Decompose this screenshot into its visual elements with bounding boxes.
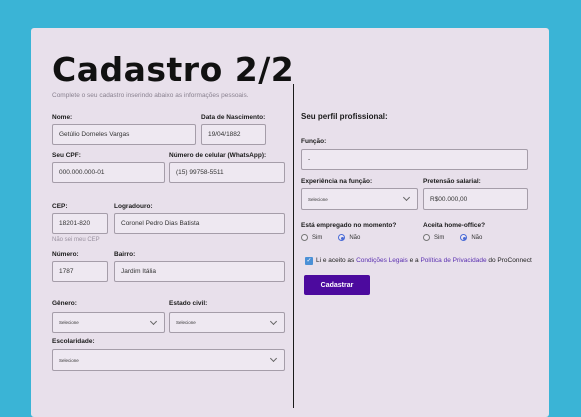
funcao-label: Função: [301,138,327,145]
empregado-label: Está empregado no momento? [301,222,397,229]
cep-input[interactable]: 18201-820 [52,213,108,234]
bairro-label: Bairro: [114,251,136,258]
celular-input[interactable]: (15) 99758-5511 [169,162,285,183]
bairro-input[interactable]: Jardim Itália [114,261,285,282]
nome-input[interactable]: Getúlio Dorneles Vargas [52,124,196,145]
logradouro-input[interactable]: Coronel Pedro Dias Batista [114,213,285,234]
experiencia-select-value: Selecione [308,196,328,202]
numero-label: Número: [52,251,79,258]
pretensao-label: Pretensão salarial: [423,178,481,185]
terms-text: Li e aceito as Condições Legais e a Polí… [316,257,532,264]
empregado-radio-nao[interactable]: Não [338,234,360,241]
funcao-input[interactable]: - [301,149,528,170]
estado-civil-label: Estado civil: [169,300,208,307]
genero-label: Gênero: [52,300,77,307]
chevron-down-icon [402,193,411,202]
numero-input[interactable]: 1787 [52,261,108,282]
escolaridade-select-value: Selecione [59,357,79,363]
celular-label: Número de celular (WhatsApp): [169,152,267,159]
chevron-down-icon [269,354,278,363]
radio-icon [301,234,308,241]
homeoffice-sim-label: Sim [434,234,445,241]
genero-select[interactable]: Selecione [52,312,165,333]
terms-prefix: Li e aceito as [316,257,357,264]
cep-help-link[interactable]: Não sei meu CEP [52,237,100,243]
chevron-down-icon [269,317,278,325]
page-subtitle: Complete o seu cadastro inserindo abaixo… [52,92,249,99]
escolaridade-select[interactable]: Selecione [52,349,285,371]
section-title: Seu perfil profissional: [301,112,388,121]
conditions-link[interactable]: Condições Legais [356,257,408,264]
pretensao-input[interactable]: R$00.000,00 [423,188,528,210]
empregado-nao-label: Não [349,234,361,241]
homeoffice-radio-sim[interactable]: Sim [423,234,444,241]
signup-card: Cadastro 2/2 Complete o seu cadastro ins… [31,28,549,417]
nascimento-label: Data de Nascimento: [201,114,266,121]
logradouro-label: Logradouro: [114,203,153,210]
page-title: Cadastro 2/2 [52,50,295,89]
empregado-sim-label: Sim [312,234,323,241]
column-divider [293,84,294,408]
empregado-radio-sim[interactable]: Sim [301,234,322,241]
estado-civil-select[interactable]: Selecione [169,312,285,333]
cpf-label: Seu CPF: [52,152,81,159]
nascimento-input[interactable]: 19/04/1882 [201,124,266,145]
chevron-down-icon [149,317,158,325]
homeoffice-label: Aceita home-office? [423,222,486,229]
radio-selected-icon [460,234,468,241]
cpf-input[interactable]: 000.000.000-01 [52,162,165,183]
terms-middle: e a [407,257,421,264]
homeoffice-radio-group: Sim Não [423,234,498,241]
terms-checkbox[interactable]: ✓ [305,257,313,265]
nome-label: Nome: [52,114,73,121]
escolaridade-label: Escolaridade: [52,338,95,345]
terms-suffix: do ProConnect [486,257,532,264]
genero-select-value: Selecione [59,320,79,325]
submit-button[interactable]: Cadastrar [304,275,370,295]
radio-selected-icon [338,234,346,241]
estado-civil-select-value: Selecione [176,320,196,325]
homeoffice-nao-label: Não [471,234,483,241]
experiencia-label: Experiência na função: [301,178,373,185]
cep-label: CEP: [52,203,68,210]
homeoffice-radio-nao[interactable]: Não [460,234,482,241]
empregado-radio-group: Sim Não [301,234,376,241]
experiencia-select[interactable]: Selecione [301,188,418,210]
radio-icon [423,234,430,241]
privacy-link[interactable]: Política de Privacidade [420,257,486,264]
